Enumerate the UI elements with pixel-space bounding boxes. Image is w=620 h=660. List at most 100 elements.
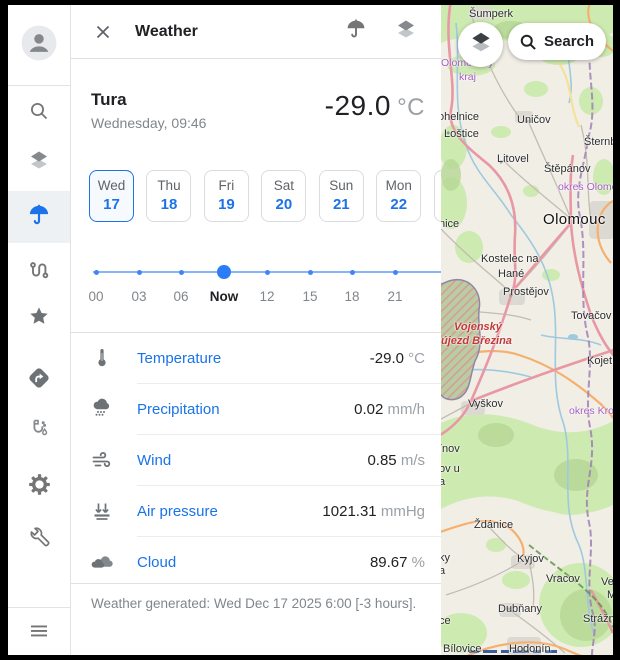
time-slider[interactable]: 00 03 06 Now 12 15 18 21: [71, 245, 441, 315]
map-label: ohelnice: [441, 111, 479, 123]
day-card[interactable]: Sat20: [261, 170, 306, 222]
tick-label-now: Now: [204, 289, 244, 304]
map-label: Kyjov: [517, 553, 544, 565]
detail-value: 0.85 m/s: [367, 452, 425, 469]
map-label: a: [441, 565, 445, 577]
day-card[interactable]: Fri19: [204, 170, 249, 222]
map-label: újezd Březina: [441, 335, 512, 347]
map-label: nice: [441, 218, 459, 230]
day-card[interactable]: Mon22: [376, 170, 421, 222]
sidebar-item-route[interactable]: [8, 250, 70, 294]
detail-label[interactable]: Cloud: [137, 554, 176, 571]
map-label: ínov: [441, 443, 460, 455]
map-label: Šternberk: [584, 136, 613, 148]
weather-details: Temperature -29.0 °C Precipitation 0.02 …: [71, 333, 441, 587]
sidebar-item-navigation[interactable]: [8, 358, 70, 402]
day-card[interactable]: Sun21: [319, 170, 364, 222]
map-view[interactable]: ŠumperkOlomouckýkrajohelniceLošticeUničo…: [441, 5, 613, 655]
detail-label[interactable]: Precipitation: [137, 401, 220, 418]
wind-icon: [89, 447, 115, 473]
day-selector: Wed17 Thu18 Fri19 Sat20 Sun21 Mon22 Tue2…: [71, 170, 441, 230]
avatar: [20, 24, 58, 67]
slider-tick: [393, 270, 398, 275]
sidebar-item-plan-route[interactable]: [8, 408, 70, 452]
detail-row-wind: Wind 0.85 m/s: [71, 435, 441, 485]
detail-label[interactable]: Wind: [137, 452, 171, 469]
detail-label[interactable]: Temperature: [137, 350, 221, 367]
weather-source-button[interactable]: [343, 19, 369, 45]
map-label: Litovel: [497, 153, 529, 165]
map-label: Olomouc: [543, 211, 606, 228]
map-label: ov u: [441, 463, 460, 475]
map-label: Ždánice: [474, 519, 513, 531]
tick-label: 00: [76, 289, 116, 304]
map-label: Šumperk: [469, 8, 513, 20]
map-label: Hané: [498, 268, 524, 280]
search-label: Search: [544, 33, 594, 50]
panel-title: Weather: [135, 23, 198, 41]
map-label: Vyškov: [468, 398, 503, 410]
gear-icon: [27, 472, 52, 502]
map-label: Loštice: [444, 128, 479, 140]
slider-tick: [308, 270, 313, 275]
detail-row-precipitation: Precipitation 0.02 mm/h: [71, 384, 441, 434]
map-label: a: [441, 476, 445, 488]
sidebar-item-settings[interactable]: [8, 465, 70, 509]
sidebar-item-menu[interactable]: [8, 611, 70, 655]
tick-label: 21: [375, 289, 415, 304]
map-label: Vracov: [546, 573, 580, 585]
layers-icon: [27, 148, 51, 177]
weather-generated-text: Weather generated: Wed Dec 17 2025 6:00 …: [91, 594, 421, 614]
umbrella-icon: [26, 202, 52, 233]
weather-layers-button[interactable]: [393, 19, 419, 45]
detail-row-cloud: Cloud 89.67 %: [71, 537, 441, 587]
detail-label[interactable]: Air pressure: [137, 503, 218, 520]
day-card[interactable]: Tue23: [434, 170, 441, 222]
map-label: M: [607, 589, 613, 601]
sidebar-divider: [8, 85, 70, 86]
search-icon: [27, 99, 51, 128]
location-name: Tura: [91, 90, 127, 110]
detail-value: 0.02 mm/h: [354, 401, 425, 418]
map-label: okres Olomouc: [558, 181, 613, 193]
star-icon: [27, 304, 51, 333]
day-card[interactable]: Thu18: [146, 170, 191, 222]
thermometer-icon: [89, 345, 115, 371]
plan-route-icon: [27, 416, 51, 445]
detail-value: 89.67 %: [370, 554, 425, 571]
close-button[interactable]: [89, 18, 117, 46]
umbrella-icon: [344, 17, 368, 46]
sidebar-item-favorites[interactable]: [8, 296, 70, 340]
map-label: okres Kro: [569, 405, 613, 417]
hamburger-menu-icon: [27, 619, 51, 648]
map-label: Strážni: [583, 613, 613, 625]
panel-footer: Weather generated: Wed Dec 17 2025 6:00 …: [71, 583, 441, 614]
slider-handle[interactable]: [217, 265, 231, 279]
current-temperature: -29.0 °C: [325, 90, 425, 122]
sidebar-item-weather[interactable]: [8, 191, 70, 243]
map-label: Uničov: [517, 114, 551, 126]
slider-tick: [265, 270, 270, 275]
map-label: Bílovice: [443, 643, 482, 655]
tick-label: 12: [247, 289, 287, 304]
cloud-icon: [89, 549, 115, 575]
map-label: Ve: [601, 576, 613, 588]
route-icon: [27, 258, 51, 287]
sidebar-item-plugins[interactable]: [8, 516, 70, 560]
map-label: Tovačov: [571, 310, 611, 322]
map-layers-button[interactable]: [458, 22, 503, 67]
detail-row-temperature: Temperature -29.0 °C: [71, 333, 441, 383]
sidebar: [8, 5, 71, 655]
map-search-button[interactable]: Search: [508, 23, 606, 60]
location-datetime: Wednesday, 09:46: [91, 115, 206, 131]
map-label: Kostelec na: [481, 253, 538, 265]
sidebar-item-layers[interactable]: [8, 140, 70, 184]
search-icon: [518, 32, 538, 52]
profile-button[interactable]: [8, 23, 70, 67]
app-window: Weather Tura Wednesday, 09:46 -29.0 °C W…: [0, 0, 620, 660]
day-card[interactable]: Wed17: [89, 170, 134, 222]
map-label: Hodonín: [509, 643, 551, 655]
sidebar-item-search[interactable]: [8, 91, 70, 135]
map-label: Vojenský: [454, 321, 502, 333]
map-label: Prostějov: [503, 286, 549, 298]
